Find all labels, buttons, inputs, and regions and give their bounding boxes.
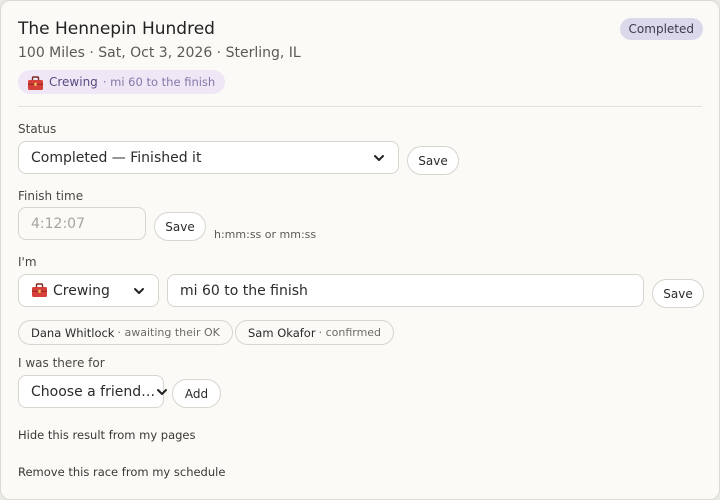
role-select[interactable]: Crewing — [18, 274, 159, 307]
race-card: The Hennepin Hundred 100 Miles · Sat, Oc… — [0, 0, 720, 500]
race-subtitle: 100 Miles · Sat, Oct 3, 2026 · Sterling,… — [18, 45, 301, 61]
hide-result-link[interactable]: Hide this result from my pages — [18, 428, 196, 442]
status-select[interactable]: Completed — Finished it — [18, 141, 399, 174]
role-pill-detail: · mi 60 to the finish — [102, 75, 216, 89]
role-select-value: Crewing — [53, 282, 110, 299]
role-pill-role: Crewing — [49, 75, 98, 89]
there-for-label: I was there for — [18, 356, 105, 370]
role-pill: Crewing · mi 60 to the finish — [18, 70, 226, 94]
person-chip[interactable]: Sam Okafor · confirmed — [235, 320, 395, 345]
header-divider — [18, 106, 702, 107]
add-friend-button[interactable]: Add — [172, 379, 221, 408]
status-badge: Completed — [619, 18, 703, 40]
status-select-value: Completed — Finished it — [31, 149, 202, 166]
person-chip[interactable]: Dana Whitlock · awaiting their OK — [18, 320, 233, 345]
person-name: Sam Okafor — [248, 325, 316, 340]
finish-time-label: Finish time — [18, 189, 84, 203]
role-label: I'm — [18, 255, 37, 269]
chevron-down-icon — [157, 388, 168, 395]
remove-race-link[interactable]: Remove this race from my schedule — [18, 465, 225, 479]
race-title: The Hennepin Hundred — [18, 19, 215, 39]
person-name: Dana Whitlock — [31, 325, 115, 340]
status-save-button[interactable]: Save — [407, 146, 459, 175]
finish-time-save-button[interactable]: Save — [154, 212, 206, 241]
finish-time-hint: h:mm:ss or mm:ss — [214, 228, 317, 241]
toolbox-icon — [27, 73, 44, 92]
person-state: · confirmed — [318, 326, 382, 339]
role-detail-input[interactable]: mi 60 to the finish — [167, 274, 644, 307]
friend-select[interactable]: Choose a friend… — [18, 375, 168, 408]
friend-select-value: Choose a friend… — [31, 383, 156, 400]
toolbox-icon — [32, 283, 47, 297]
role-select-value-wrap: Crewing — [31, 283, 110, 299]
finish-time-input[interactable]: 4:12:07 — [18, 207, 146, 240]
person-state: · awaiting their OK — [117, 326, 220, 339]
chevron-down-icon — [134, 287, 144, 294]
status-label: Status — [18, 122, 57, 136]
chevron-down-icon — [374, 154, 384, 161]
role-save-button[interactable]: Save — [652, 279, 704, 308]
